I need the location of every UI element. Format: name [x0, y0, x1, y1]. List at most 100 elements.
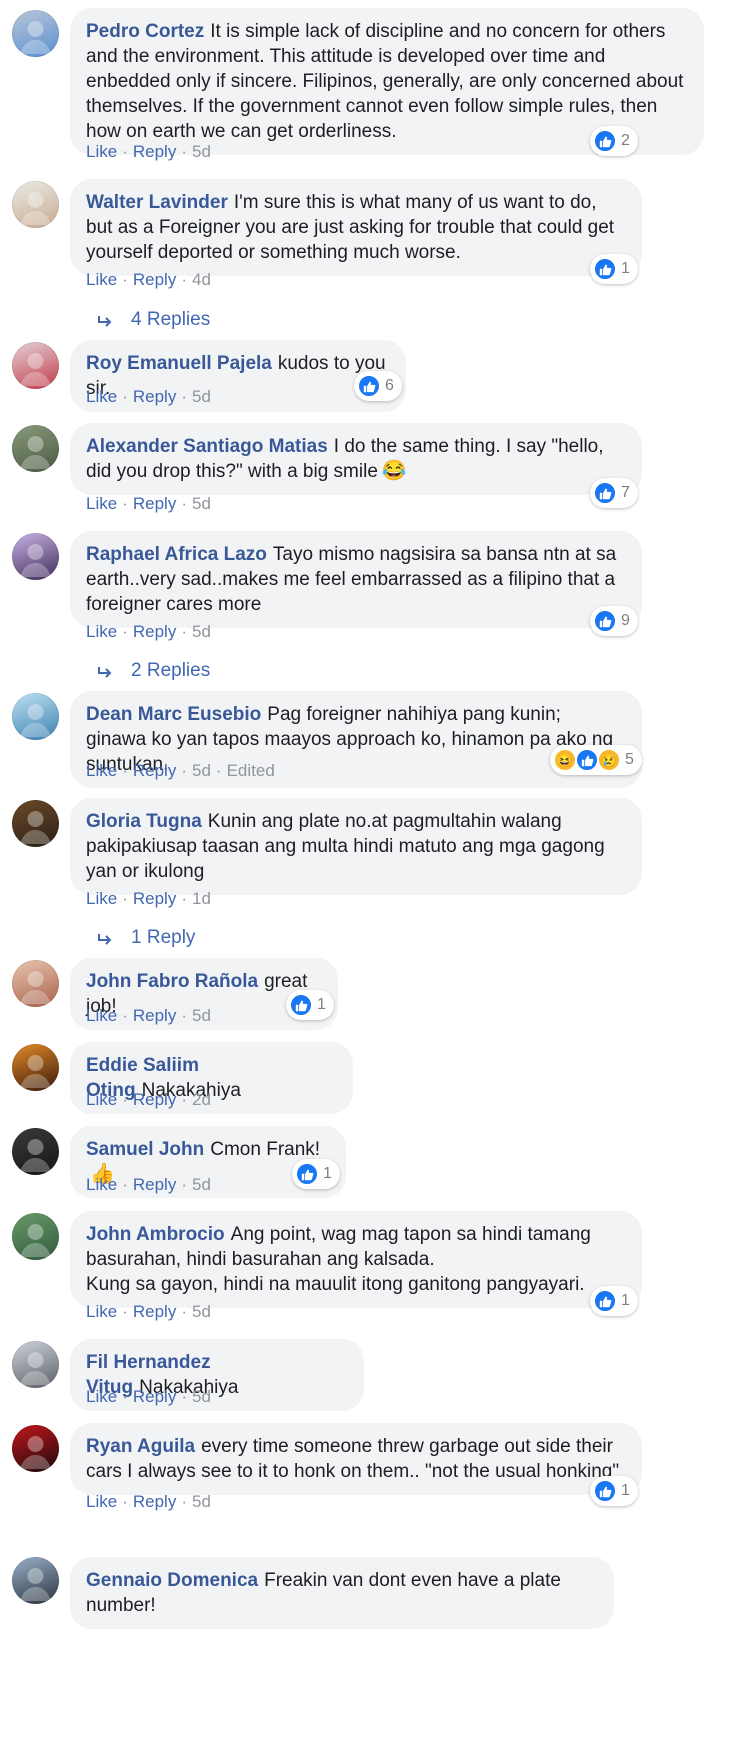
like-button[interactable]: Like	[86, 761, 117, 780]
like-reaction-icon	[295, 1162, 319, 1186]
reply-button[interactable]: Reply	[133, 1090, 176, 1109]
reply-arrow-icon	[97, 664, 113, 678]
motorcycle-avatar-icon[interactable]	[12, 425, 59, 472]
timestamp[interactable]: 5d	[192, 1492, 211, 1511]
comment-actions: Like · Reply · 5d	[86, 1006, 211, 1026]
ferris-wheel-avatar-icon[interactable]	[12, 693, 59, 740]
comment-author-link[interactable]: Roy Emanuell Pajela	[86, 353, 272, 374]
palm-tree-avatar-icon[interactable]	[12, 1557, 59, 1604]
like-button[interactable]: Like	[86, 387, 117, 406]
reaction-summary[interactable]: 2	[590, 126, 638, 156]
comment-author-link[interactable]: John Fabro Rañola	[86, 971, 258, 992]
like-button[interactable]: Like	[86, 142, 117, 161]
reaction-summary[interactable]: 9	[590, 606, 638, 636]
person-avatar-icon[interactable]	[12, 800, 59, 847]
like-button[interactable]: Like	[86, 1090, 117, 1109]
view-replies-link[interactable]: 4 Replies	[97, 309, 210, 331]
person-avatar-icon[interactable]	[12, 1128, 59, 1175]
person-avatar-icon[interactable]	[12, 181, 59, 228]
reaction-summary[interactable]: 😆 😢 5	[550, 745, 642, 775]
couple-avatar-icon[interactable]	[12, 342, 59, 389]
eagle-logo-avatar-icon[interactable]	[12, 1425, 59, 1472]
reply-button[interactable]: Reply	[133, 1006, 176, 1025]
timestamp[interactable]: 1d	[192, 889, 211, 908]
reply-button[interactable]: Reply	[133, 1175, 176, 1194]
like-button[interactable]: Like	[86, 494, 117, 513]
like-button[interactable]: Like	[86, 889, 117, 908]
comment-author-link[interactable]: Gennaio Domenica	[86, 1570, 258, 1591]
like-button[interactable]: Like	[86, 622, 117, 641]
landscape-avatar-icon[interactable]	[12, 10, 59, 57]
reaction-summary[interactable]: 7	[590, 478, 638, 508]
separator: ·	[181, 1006, 187, 1025]
comment-bubble: Gloria Tugna Kunin ang plate no.at pagmul…	[70, 798, 642, 895]
reaction-summary[interactable]: 1	[292, 1159, 340, 1189]
like-reaction-icon	[593, 1479, 617, 1503]
like-reaction-icon	[593, 609, 617, 633]
reply-button[interactable]: Reply	[133, 761, 176, 780]
comment-author-link[interactable]: Ryan Aguila	[86, 1436, 195, 1457]
landscape-avatar-icon[interactable]	[12, 1213, 59, 1260]
like-button[interactable]: Like	[86, 1302, 117, 1321]
timestamp[interactable]: 5d	[192, 1387, 211, 1406]
reaction-summary[interactable]: 1	[590, 1286, 638, 1316]
reply-button[interactable]: Reply	[133, 142, 176, 161]
timestamp[interactable]: 5d	[192, 1175, 211, 1194]
reply-button[interactable]: Reply	[133, 1492, 176, 1511]
reaction-summary[interactable]: 6	[354, 371, 402, 401]
comment-bubble: John Ambrocio Ang point, wag mag tapon sa…	[70, 1211, 642, 1308]
comment-author-link[interactable]: Dean Marc Eusebio	[86, 704, 261, 725]
reaction-count: 6	[385, 377, 394, 394]
reply-button[interactable]: Reply	[133, 889, 176, 908]
timestamp[interactable]: 5d	[192, 142, 211, 161]
like-reaction-icon	[593, 481, 617, 505]
reaction-summary[interactable]: 1	[286, 990, 334, 1020]
separator: ·	[181, 622, 187, 641]
comment-actions: Like · Reply · 5d	[86, 1175, 211, 1195]
timestamp[interactable]: 5d	[192, 387, 211, 406]
view-replies-link[interactable]: 1 Reply	[97, 927, 195, 949]
comment-author-link[interactable]: Gloria Tugna	[86, 811, 202, 832]
reply-button[interactable]: Reply	[133, 1387, 176, 1406]
reply-button[interactable]: Reply	[133, 622, 176, 641]
reply-button[interactable]: Reply	[133, 1302, 176, 1321]
separator: ·	[181, 270, 187, 289]
like-button[interactable]: Like	[86, 1492, 117, 1511]
emoji-icon: 😂	[381, 460, 407, 482]
comment-author-link[interactable]: John Ambrocio	[86, 1224, 225, 1245]
timestamp[interactable]: 4d	[192, 270, 211, 289]
like-button[interactable]: Like	[86, 1175, 117, 1194]
comment-author-link[interactable]: Samuel John	[86, 1139, 204, 1160]
timestamp[interactable]: 5d	[192, 622, 211, 641]
person-avatar-icon[interactable]	[12, 533, 59, 580]
reply-button[interactable]: Reply	[133, 387, 176, 406]
view-replies-link[interactable]: 2 Replies	[97, 660, 210, 682]
reply-button[interactable]: Reply	[133, 494, 176, 513]
reaction-summary[interactable]: 1	[590, 254, 638, 284]
comment-author-link[interactable]: Raphael Africa Lazo	[86, 544, 267, 565]
timestamp[interactable]: 5d	[192, 494, 211, 513]
reaction-summary[interactable]: 1	[590, 1476, 638, 1506]
comment-author-link[interactable]: Pedro Cortez	[86, 21, 204, 42]
separator: ·	[181, 761, 187, 780]
comment-author-link[interactable]: Alexander Santiago Matias	[86, 436, 328, 457]
reaction-count: 1	[621, 1292, 630, 1309]
face-avatar-icon[interactable]	[12, 960, 59, 1007]
separator: ·	[122, 1006, 128, 1025]
comment-author-link[interactable]: Walter Lavinder	[86, 192, 228, 213]
edited-label[interactable]: Edited	[227, 761, 275, 780]
sad-reaction-icon: 😢	[597, 748, 621, 772]
timestamp[interactable]: 5d	[192, 761, 211, 780]
like-reaction-icon	[593, 1289, 617, 1313]
like-button[interactable]: Like	[86, 1387, 117, 1406]
like-button[interactable]: Like	[86, 1006, 117, 1025]
like-button[interactable]: Like	[86, 270, 117, 289]
timestamp[interactable]: 2d	[192, 1090, 211, 1109]
timestamp[interactable]: 5d	[192, 1006, 211, 1025]
sunset-avatar-icon[interactable]	[12, 1044, 59, 1091]
comment-actions: Like · Reply · 4d	[86, 270, 211, 290]
person-avatar-icon[interactable]	[12, 1341, 59, 1388]
reaction-count: 1	[621, 1482, 630, 1499]
reply-button[interactable]: Reply	[133, 270, 176, 289]
timestamp[interactable]: 5d	[192, 1302, 211, 1321]
